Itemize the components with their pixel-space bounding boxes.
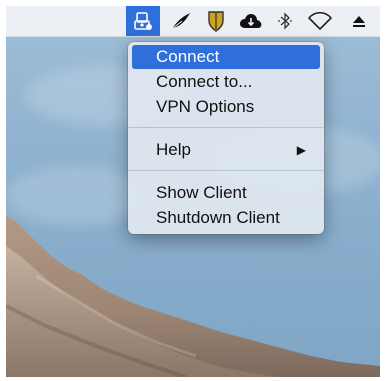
menu-item-shutdown-client[interactable]: Shutdown Client — [132, 206, 320, 230]
shield-icon — [208, 11, 224, 32]
menu-separator — [128, 127, 324, 128]
vpn-dropdown-menu: Connect Connect to... VPN Options Help ▶… — [128, 42, 324, 234]
menu-bar — [6, 6, 380, 37]
wifi-icon — [308, 12, 332, 30]
menu-item-label: Show Client — [156, 183, 247, 202]
eject-menubar-item[interactable] — [344, 6, 374, 36]
menu-item-help[interactable]: Help ▶ — [132, 138, 320, 162]
wifi-menubar-item[interactable] — [304, 6, 336, 36]
cloud-menubar-item[interactable] — [236, 6, 266, 36]
menu-item-connect[interactable]: Connect — [132, 45, 320, 69]
menu-item-vpn-options[interactable]: VPN Options — [132, 95, 320, 119]
eject-icon — [353, 16, 365, 27]
cloud-icon — [240, 14, 262, 28]
shield-menubar-item[interactable] — [202, 6, 230, 36]
desktop: Connect Connect to... VPN Options Help ▶… — [6, 6, 380, 377]
vpn-menubar-item[interactable] — [126, 6, 160, 36]
vpn-icon — [134, 12, 152, 30]
bluetooth-menubar-item[interactable] — [272, 6, 298, 36]
menu-item-label: Help — [156, 140, 191, 159]
menu-item-label: VPN Options — [156, 97, 255, 116]
menu-separator — [128, 170, 324, 171]
submenu-arrow-icon: ▶ — [296, 143, 306, 157]
menu-item-label: Connect to... — [156, 72, 253, 91]
feather-icon — [171, 13, 190, 30]
feather-menubar-item[interactable] — [166, 6, 196, 36]
bluetooth-icon — [278, 12, 292, 30]
menu-item-show-client[interactable]: Show Client — [132, 181, 320, 205]
menu-item-label: Connect — [156, 47, 220, 66]
menu-item-connect-to[interactable]: Connect to... — [132, 70, 320, 94]
menu-item-label: Shutdown Client — [156, 208, 280, 227]
